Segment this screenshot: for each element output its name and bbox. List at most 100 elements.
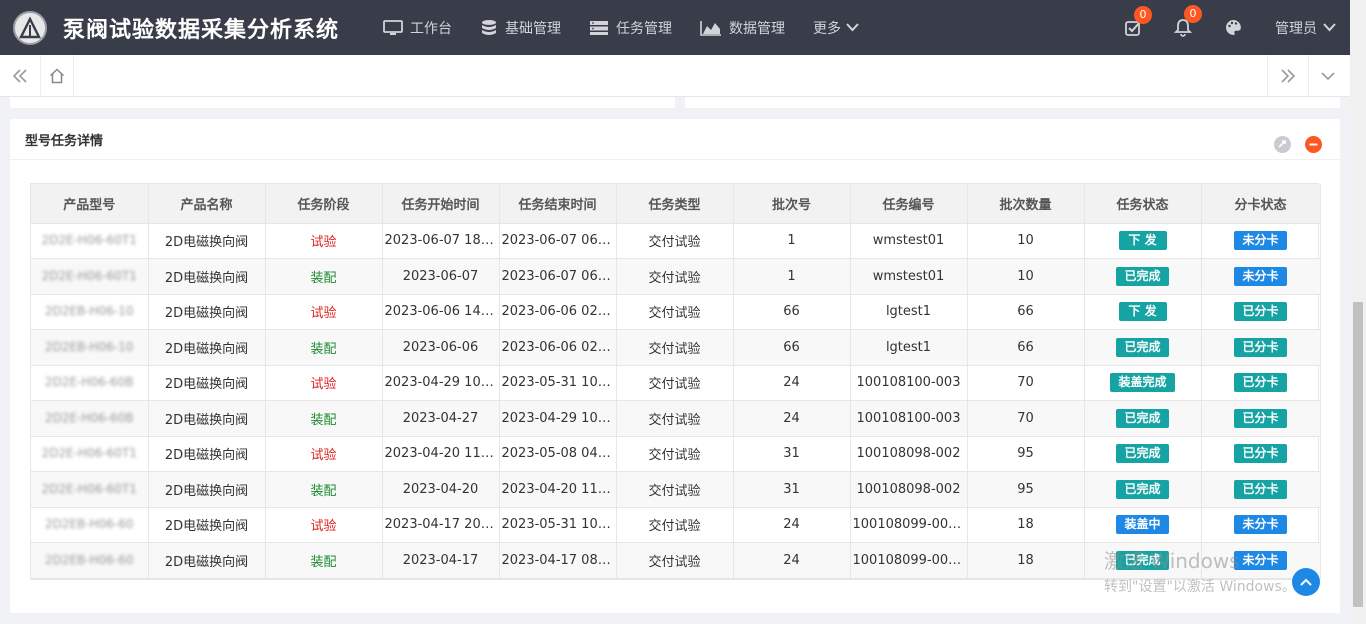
table-row[interactable]: 2D2E-H06-60T1 2D电磁换向阀 装配 2023-06-07 2023-06-…: [31, 258, 1321, 295]
split-status-tag[interactable]: 已分卡: [1234, 302, 1287, 322]
column-header[interactable]: 分卡状态: [1201, 184, 1321, 224]
nav-item-base-management[interactable]: 基础管理: [480, 18, 561, 38]
task-code-cell-text: 100108098-002: [856, 481, 961, 497]
task-status-cell: 已完成: [1084, 329, 1202, 366]
table-row[interactable]: 2D2EB-H06-60 2D电磁换向阀 装配 2023-04-17 2023-04-1…: [31, 542, 1321, 579]
batch-quantity-cell: 18: [967, 542, 1085, 579]
batch-number-cell-text: 24: [783, 410, 800, 426]
task-stage-cell: 装配: [265, 471, 383, 508]
product-name-cell: 2D电磁换向阀: [148, 223, 266, 259]
product-name-cell-text: 2D电磁换向阀: [164, 235, 249, 251]
batch-quantity-cell-text: 70: [1017, 375, 1034, 391]
split-status-tag[interactable]: 未分卡: [1234, 515, 1287, 535]
batch-number-cell-text: 31: [783, 481, 800, 497]
end-time-cell: 2023-04-20 11:01:00: [499, 471, 617, 508]
split-status-tag[interactable]: 已分卡: [1234, 373, 1287, 393]
task-stage-cell-text: 装配: [310, 341, 337, 357]
tabs-menu-button[interactable]: [1308, 55, 1348, 97]
split-status-tag[interactable]: 未分卡: [1234, 266, 1287, 286]
task-status-tag[interactable]: 装盖中: [1116, 515, 1169, 535]
vertical-scrollbar[interactable]: [1350, 0, 1366, 624]
batch-number-cell-text: 31: [783, 446, 800, 462]
column-header[interactable]: 产品型号: [31, 184, 149, 224]
nav-item-workbench[interactable]: 工作台: [383, 18, 452, 38]
logo-icon[interactable]: [13, 10, 47, 45]
start-time-cell-text: 2023-04-20 11:02:00: [384, 446, 499, 462]
task-status-tag[interactable]: 已完成: [1116, 337, 1169, 357]
table-row[interactable]: 2D2E-H06-60B 2D电磁换向阀 装配 2023-04-27 2023-04-2…: [31, 400, 1321, 437]
task-status-tag[interactable]: 已完成: [1116, 444, 1169, 464]
batch-number-cell: 66: [733, 294, 851, 330]
task-status-tag[interactable]: 已完成: [1116, 550, 1169, 570]
start-time-cell-text: 2023-04-17: [402, 552, 479, 568]
product-model-cell: 2D2EB-H06-10: [31, 329, 149, 366]
column-header[interactable]: 任务类型: [616, 184, 734, 224]
task-status-tag[interactable]: 已完成: [1116, 479, 1169, 499]
split-status-tag[interactable]: 已分卡: [1234, 337, 1287, 357]
column-header[interactable]: 批次数量: [967, 184, 1085, 224]
task-status-tag[interactable]: 下 发: [1118, 302, 1167, 322]
start-time-cell: 2023-04-29 10:37:00: [382, 365, 500, 401]
tabs-scroll-right-button[interactable]: [1268, 55, 1308, 97]
column-header[interactable]: 任务阶段: [265, 184, 383, 224]
end-time-cell-text: 2023-05-08 04:52:00: [501, 446, 616, 462]
table-row[interactable]: 2D2E-H06-60T1 2D电磁换向阀 试验 2023-06-07 18:45:0…: [31, 223, 1321, 259]
end-time-cell-text: 2023-05-31 10:24:00: [501, 517, 616, 533]
topbar-right: 0 0 管理员: [1124, 0, 1366, 55]
table-row[interactable]: 2D2EB-H06-10 2D电磁换向阀 试验 2023-06-06 14:38:00…: [31, 294, 1321, 330]
home-tab-button[interactable]: [37, 55, 77, 97]
todo-button[interactable]: 0: [1124, 5, 1152, 37]
task-status-tag[interactable]: 已完成: [1116, 408, 1169, 428]
scrollbar-thumb[interactable]: [1353, 302, 1363, 607]
task-status-tag[interactable]: 下 发: [1118, 231, 1167, 251]
collapse-icon[interactable]: [1305, 136, 1322, 153]
notification-button[interactable]: 0: [1174, 5, 1202, 37]
nav-item-task-management[interactable]: 任务管理: [589, 18, 672, 38]
batch-quantity-cell: 70: [967, 365, 1085, 401]
split-status-tag[interactable]: 未分卡: [1234, 231, 1287, 251]
table-row[interactable]: 2D2EB-H06-10 2D电磁换向阀 装配 2023-06-06 2023-06-0…: [31, 329, 1321, 366]
column-header[interactable]: 任务编号: [850, 184, 968, 224]
task-status-tag[interactable]: 装盖完成: [1110, 373, 1175, 393]
task-code-cell-text: wmstest01: [872, 233, 945, 249]
start-time-cell: 2023-04-17: [382, 542, 500, 579]
start-time-cell: 2023-04-20 11:02:00: [382, 436, 500, 472]
double-chevron-left-icon: [12, 69, 27, 83]
column-header[interactable]: 任务开始时间: [382, 184, 500, 224]
task-code-cell: 100108098-002: [850, 471, 968, 508]
product-model-cell: 2D2E-H06-60B: [31, 365, 149, 401]
product-name-cell: 2D电磁换向阀: [148, 365, 266, 401]
column-header[interactable]: 批次号: [733, 184, 851, 224]
split-status-tag[interactable]: 已分卡: [1234, 408, 1287, 428]
product-name-cell-text: 2D电磁换向阀: [164, 270, 249, 286]
split-status-tag[interactable]: 已分卡: [1234, 444, 1287, 464]
back-to-top-button[interactable]: [1292, 568, 1320, 596]
task-stage-cell-text: 装配: [310, 412, 337, 428]
task-type-cell-text: 交付试验: [648, 412, 701, 428]
tab-strip: [0, 55, 1350, 97]
user-menu[interactable]: 管理员: [1275, 18, 1336, 38]
task-status-tag[interactable]: 已完成: [1116, 266, 1169, 286]
theme-button[interactable]: [1224, 18, 1243, 37]
start-time-cell: 2023-06-07 18:45:00: [382, 223, 500, 259]
column-header[interactable]: 任务状态: [1084, 184, 1202, 224]
column-header[interactable]: 任务结束时间: [499, 184, 617, 224]
task-type-cell: 交付试验: [616, 400, 734, 437]
task-code-cell: 100108100-003: [850, 400, 968, 437]
product-model-cell: 2D2EB-H06-60: [31, 507, 149, 543]
table-row[interactable]: 2D2E-H06-60T1 2D电磁换向阀 装配 2023-04-20 2023-04-…: [31, 471, 1321, 508]
batch-quantity-cell: 66: [967, 329, 1085, 366]
column-header[interactable]: 产品名称: [148, 184, 266, 224]
task-type-cell-text: 交付试验: [648, 483, 701, 499]
split-status-tag[interactable]: 已分卡: [1234, 479, 1287, 499]
nav-item-more[interactable]: 更多: [813, 18, 859, 38]
split-status-tag[interactable]: 未分卡: [1234, 550, 1287, 570]
task-stage-cell-text: 装配: [310, 483, 337, 499]
nav-item-data-management[interactable]: 数据管理: [700, 18, 785, 38]
tabs-scroll-left-button[interactable]: [0, 55, 40, 97]
table-row[interactable]: 2D2EB-H06-60 2D电磁换向阀 试验 2023-04-17 20:49:00…: [31, 507, 1321, 543]
refresh-icon[interactable]: [1274, 136, 1291, 153]
table-row[interactable]: 2D2E-H06-60T1 2D电磁换向阀 试验 2023-04-20 11:02:0…: [31, 436, 1321, 472]
table-row[interactable]: 2D2E-H06-60B 2D电磁换向阀 试验 2023-04-29 10:37:00…: [31, 365, 1321, 401]
task-stage-cell: 试验: [265, 294, 383, 330]
